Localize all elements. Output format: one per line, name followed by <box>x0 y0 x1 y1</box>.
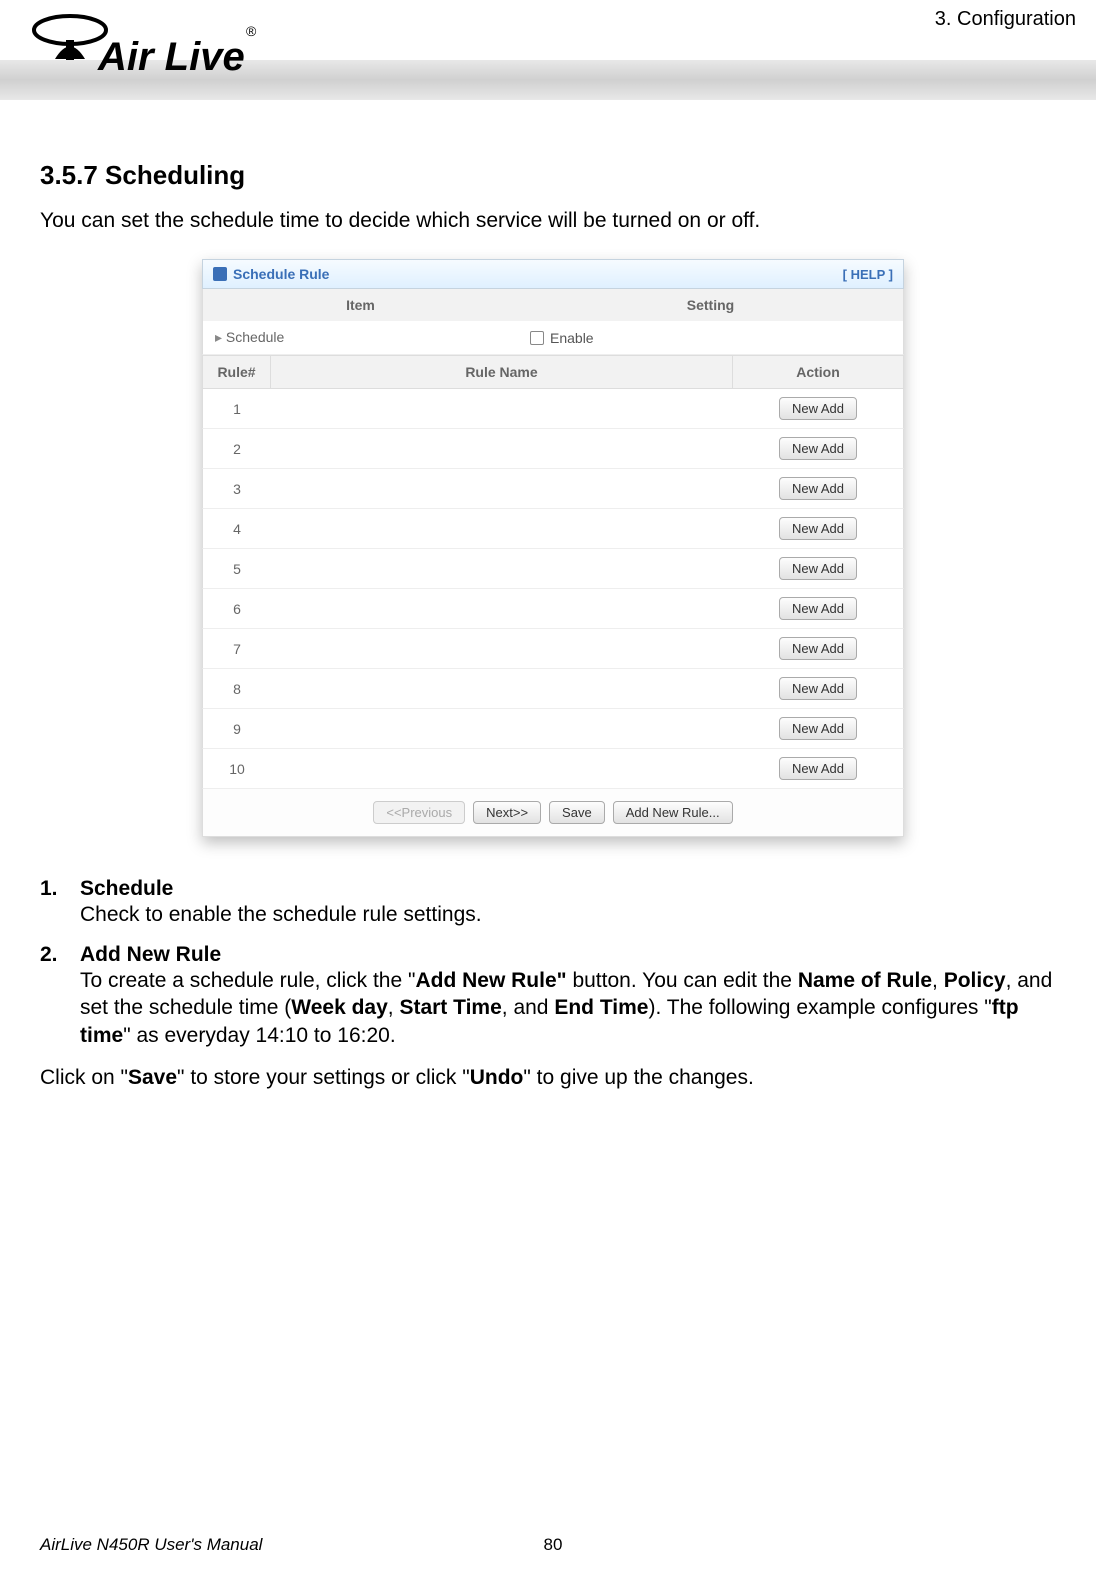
action-header: Action <box>733 356 903 388</box>
new-add-button[interactable]: New Add <box>779 637 857 660</box>
new-add-button[interactable]: New Add <box>779 677 857 700</box>
table-row: 2 New Add <box>202 429 904 469</box>
table-row: 6 New Add <box>202 589 904 629</box>
rule-name-cell <box>271 641 733 657</box>
page-footer: AirLive N450R User's Manual 80 <box>40 1535 1066 1555</box>
instruction-list: 1.ScheduleCheck to enable the schedule r… <box>40 877 1066 1050</box>
new-add-button[interactable]: New Add <box>779 397 857 420</box>
new-add-button[interactable]: New Add <box>779 557 857 580</box>
rule-num-cell: 5 <box>203 553 271 585</box>
rule-name-cell <box>271 401 733 417</box>
enable-label: Enable <box>550 330 594 346</box>
rule-num-cell: 7 <box>203 633 271 665</box>
rule-name-cell <box>271 561 733 577</box>
rule-num-cell: 4 <box>203 513 271 545</box>
panel-icon <box>213 267 227 281</box>
section-intro: You can set the schedule time to decide … <box>40 209 1066 233</box>
new-add-button[interactable]: New Add <box>779 477 857 500</box>
page-content: 3.5.7 Scheduling You can set the schedul… <box>40 160 1066 1092</box>
schedule-label: Schedule <box>203 321 518 354</box>
new-add-button[interactable]: New Add <box>779 757 857 780</box>
table-row: 3 New Add <box>202 469 904 509</box>
rule-num-cell: 8 <box>203 673 271 705</box>
rule-num-cell: 3 <box>203 473 271 505</box>
table-row: 4 New Add <box>202 509 904 549</box>
rule-num-cell: 2 <box>203 433 271 465</box>
settings-header-row: Item Setting <box>202 289 904 321</box>
table-row: 5 New Add <box>202 549 904 589</box>
manual-title: AirLive N450R User's Manual <box>40 1535 262 1555</box>
panel-title-text: Schedule Rule <box>233 266 329 282</box>
next-button[interactable]: Next>> <box>473 801 541 824</box>
rule-name-cell <box>271 441 733 457</box>
rule-name-cell <box>271 721 733 737</box>
chapter-label: 3. Configuration <box>935 8 1076 31</box>
rule-name-header: Rule Name <box>271 356 733 388</box>
rule-name-cell <box>271 481 733 497</box>
panel-title: Schedule Rule <box>213 266 329 282</box>
schedule-rule-screenshot: Schedule Rule [ HELP ] Item Setting Sche… <box>202 259 904 837</box>
schedule-enable-row: Schedule Enable <box>202 321 904 355</box>
rule-name-cell <box>271 521 733 537</box>
panel-titlebar: Schedule Rule [ HELP ] <box>202 259 904 289</box>
section-heading: 3.5.7 Scheduling <box>40 160 1066 191</box>
svg-text:®: ® <box>246 23 257 39</box>
new-add-button[interactable]: New Add <box>779 437 857 460</box>
rule-num-cell: 6 <box>203 593 271 625</box>
rule-name-cell <box>271 681 733 697</box>
table-row: 8 New Add <box>202 669 904 709</box>
enable-checkbox[interactable] <box>530 331 544 345</box>
svg-text:Air Live: Air Live <box>97 35 245 79</box>
setting-header: Setting <box>518 289 903 321</box>
closing-note: Click on "Save" to store your settings o… <box>40 1064 1066 1092</box>
help-link[interactable]: [ HELP ] <box>843 267 893 282</box>
page-number: 80 <box>544 1535 563 1555</box>
rules-table-header: Rule# Rule Name Action <box>202 355 904 389</box>
table-row: 7 New Add <box>202 629 904 669</box>
rule-name-cell <box>271 761 733 777</box>
table-row: 1 New Add <box>202 389 904 429</box>
rule-name-cell <box>271 601 733 617</box>
previous-button[interactable]: <<Previous <box>373 801 465 824</box>
panel-footer: <<Previous Next>> Save Add New Rule... <box>202 789 904 837</box>
airlive-logo: Air Live ® <box>20 4 260 94</box>
list-item: 1.ScheduleCheck to enable the schedule r… <box>40 877 1066 929</box>
new-add-button[interactable]: New Add <box>779 517 857 540</box>
new-add-button[interactable]: New Add <box>779 717 857 740</box>
item-header: Item <box>203 289 518 321</box>
table-row: 9 New Add <box>202 709 904 749</box>
rule-num-cell: 9 <box>203 713 271 745</box>
rule-num-cell: 10 <box>203 753 271 785</box>
new-add-button[interactable]: New Add <box>779 597 857 620</box>
rule-num-cell: 1 <box>203 393 271 425</box>
save-button[interactable]: Save <box>549 801 605 824</box>
list-item: 2.Add New RuleTo create a schedule rule,… <box>40 943 1066 1050</box>
rule-num-header: Rule# <box>203 356 271 388</box>
add-new-rule-button[interactable]: Add New Rule... <box>613 801 733 824</box>
table-row: 10 New Add <box>202 749 904 789</box>
